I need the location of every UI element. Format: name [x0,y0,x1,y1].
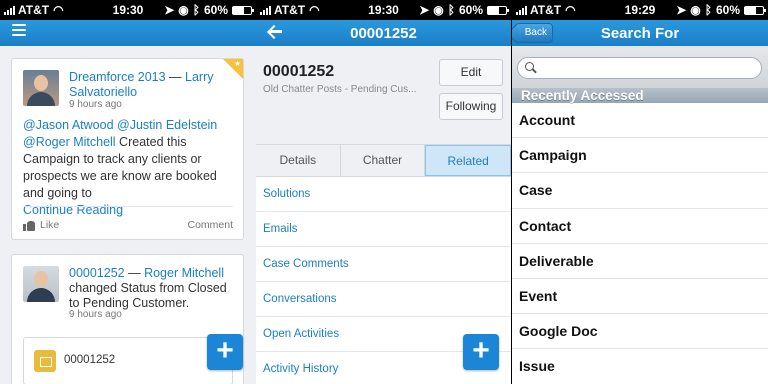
post-header: 00001252 — Roger Mitchell changed Status… [69,266,227,310]
alarm-icon: ◉ [690,3,701,17]
mention-link[interactable]: @Jason Atwood [23,118,114,132]
status-bar: AT&T ◠ 19:29 ➤ ◉ ᛒ 60% [512,0,768,20]
carrier: AT&T [274,3,306,17]
alarm-icon: ◉ [178,3,189,17]
object-list: Account Campaign Case Contact Deliverabl… [512,103,768,384]
navbar: Back Search For [512,20,768,46]
list-item-issue[interactable]: Issue [512,349,768,384]
battery-percent: 60% [458,3,483,17]
section-header: Recently Accessed [512,88,768,103]
list-item-contact[interactable]: Contact [512,209,768,244]
bluetooth-icon: ᛒ [704,3,712,17]
add-button[interactable]: + [463,334,499,370]
post-header: Dreamforce 2013 — Larry Salvatoriello [69,70,214,99]
related-item-conversations[interactable]: Conversations [256,282,511,317]
battery-percent: 60% [715,3,740,17]
comment-button[interactable]: Comment [187,219,233,231]
attachment-label: 00001252 [64,354,116,366]
tab-bar: Details Chatter Related [256,144,511,177]
divider [23,206,233,207]
like-button[interactable]: Like [23,219,59,231]
bluetooth-icon: ᛒ [447,3,455,17]
edit-button[interactable]: Edit [439,59,503,86]
location-icon: ➤ [164,3,175,17]
search-bar [512,46,768,88]
nav-title: 00001252 [350,24,417,42]
battery-icon [232,5,254,15]
related-item-emails[interactable]: Emails [256,212,511,247]
list-item-deliverable[interactable]: Deliverable [512,244,768,279]
location-icon: ➤ [676,3,687,17]
status-bar: AT&T ◠ 19:30 ➤ ◉ ᛒ 60% [256,0,511,20]
record-subtitle: Old Chatter Posts - Pending Cus... [263,84,417,95]
menu-icon[interactable] [12,24,26,36]
nav-title: Search For [600,24,680,42]
tab-chatter[interactable]: Chatter [341,145,426,176]
battery-icon [744,5,766,15]
back-arrow-icon[interactable] [268,24,282,38]
battery-icon [487,5,509,15]
wifi-icon: ◠ [565,3,576,17]
related-item-solutions[interactable]: Solutions [256,177,511,212]
search-input[interactable] [517,57,762,79]
signal-icon [516,5,527,15]
status-bar: AT&T ◠ 19:30 ➤ ◉ ᛒ 60% [0,0,256,20]
following-button[interactable]: Following [439,93,503,120]
navbar: 00001252 [256,20,511,46]
record-header: 00001252 Old Chatter Posts - Pending Cus… [256,46,511,144]
timestamp: 9 hours ago [69,99,122,110]
timestamp: 9 hours ago [69,309,122,320]
back-button[interactable]: Back [516,23,553,43]
attachment-card[interactable]: 00001252 [23,337,233,384]
list-item-google-doc[interactable]: Google Doc [512,314,768,350]
avatar[interactable] [23,70,59,106]
navbar [0,20,256,46]
signal-icon [260,5,271,15]
carrier: AT&T [530,3,562,17]
signal-icon [4,5,15,15]
related-item-case-comments[interactable]: Case Comments [256,247,511,282]
avatar[interactable] [23,266,59,302]
alarm-icon: ◉ [433,3,444,17]
search-screen: AT&T ◠ 19:29 ➤ ◉ ᛒ 60% Back Search For R… [512,0,768,384]
case-detail-screen: AT&T ◠ 19:30 ➤ ◉ ᛒ 60% 00001252 00001252… [256,0,511,384]
search-icon [525,62,536,73]
case-icon [34,350,56,372]
star-icon: ★ [233,59,241,68]
list-item-account[interactable]: Account [512,103,768,139]
like-label: Like [40,219,60,231]
feed-post[interactable]: ★ Dreamforce 2013 — Larry Salvatoriello … [11,58,244,240]
carrier: AT&T [18,3,50,17]
battery-percent: 60% [203,3,228,17]
record-title: 00001252 [263,63,335,80]
add-button[interactable]: + [207,334,243,370]
record-link[interactable]: 00001252 [69,266,125,280]
post-body: @Jason Atwood @Justin Edelstein @Roger M… [23,118,218,217]
list-item-case[interactable]: Case [512,173,768,209]
thumbs-up-icon [23,220,35,231]
wifi-icon: ◠ [309,3,320,17]
wifi-icon: ◠ [53,3,64,17]
list-item-event[interactable]: Event [512,279,768,315]
location-icon: ➤ [419,3,430,17]
feed-screen: AT&T ◠ 19:30 ➤ ◉ ᛒ 60% ★ Dreamforce 2013… [0,0,256,384]
mention-link[interactable]: @Justin Edelstein [117,118,217,132]
author-link[interactable]: Dreamforce 2013 [69,70,166,84]
tab-related[interactable]: Related [425,145,511,176]
tab-details[interactable]: Details [256,145,341,176]
list-item-campaign[interactable]: Campaign [512,138,768,174]
mention-link[interactable]: @Roger Mitchell [23,135,116,149]
bluetooth-icon: ᛒ [192,3,200,17]
author-link[interactable]: Roger Mitchell [144,266,224,280]
